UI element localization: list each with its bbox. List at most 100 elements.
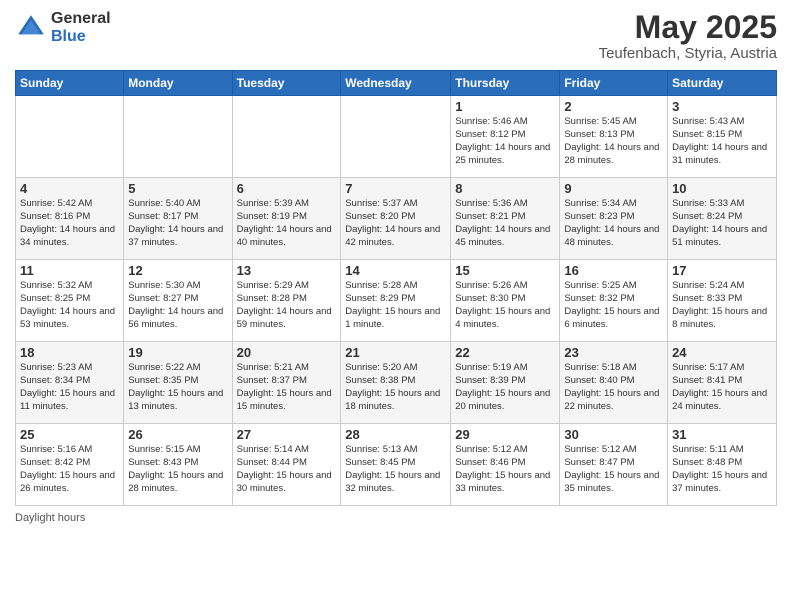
- logo: General Blue: [15, 10, 111, 45]
- day-cell: 6 Sunrise: 5:39 AM Sunset: 8:19 PM Daylig…: [232, 178, 341, 260]
- day-info: Sunrise: 5:40 AM Sunset: 8:17 PM Dayligh…: [128, 198, 227, 249]
- day-number: 17: [672, 263, 772, 278]
- day-number: 20: [237, 345, 337, 360]
- day-info: Sunrise: 5:37 AM Sunset: 8:20 PM Dayligh…: [345, 198, 446, 249]
- day-cell: 31Sunrise: 5:11 AM Sunset: 8:48 PM Dayli…: [668, 424, 777, 506]
- day-cell: [341, 96, 451, 178]
- day-info: Sunrise: 5:29 AM Sunset: 8:28 PM Dayligh…: [237, 280, 337, 331]
- day-info: Sunrise: 5:34 AM Sunset: 8:23 PM Dayligh…: [564, 198, 663, 249]
- day-info: Sunrise: 5:42 AM Sunset: 8:16 PM Dayligh…: [20, 198, 119, 249]
- day-cell: 17 Sunrise: 5:24 AM Sunset: 8:33 PM Dayli…: [668, 260, 777, 342]
- day-cell: 2Sunrise: 5:45 AM Sunset: 8:13 PM Daylig…: [560, 96, 668, 178]
- day-cell: 15 Sunrise: 5:26 AM Sunset: 8:30 PM Dayli…: [451, 260, 560, 342]
- day-cell: 8Sunrise: 5:36 AM Sunset: 8:21 PM Daylig…: [451, 178, 560, 260]
- day-info: Sunrise: 5:43 AM Sunset: 8:15 PM Dayligh…: [672, 116, 772, 167]
- day-info: Sunrise: 5:25 AM Sunset: 8:32 PM Dayligh…: [564, 280, 663, 331]
- day-cell: [124, 96, 232, 178]
- day-number: 19: [128, 345, 227, 360]
- page: General Blue May 2025 Teufenbach, Styria…: [0, 0, 792, 612]
- day-cell: 22 Sunrise: 5:19 AM Sunset: 8:39 PM Dayli…: [451, 342, 560, 424]
- day-cell: 3 Sunrise: 5:43 AM Sunset: 8:15 PM Daylig…: [668, 96, 777, 178]
- day-number: 11: [20, 263, 119, 278]
- day-cell: 26Sunrise: 5:15 AM Sunset: 8:43 PM Dayli…: [124, 424, 232, 506]
- day-cell: 20 Sunrise: 5:21 AM Sunset: 8:37 PM Dayli…: [232, 342, 341, 424]
- week-row-3: 11 Sunrise: 5:32 AM Sunset: 8:25 PM Dayli…: [16, 260, 777, 342]
- day-info: Sunrise: 5:36 AM Sunset: 8:21 PM Dayligh…: [455, 198, 555, 249]
- day-info: Sunrise: 5:12 AM Sunset: 8:46 PM Dayligh…: [455, 444, 555, 495]
- day-number: 22: [455, 345, 555, 360]
- day-info: Sunrise: 5:46 AM Sunset: 8:12 PM Dayligh…: [455, 116, 555, 167]
- day-info: Sunrise: 5:21 AM Sunset: 8:37 PM Dayligh…: [237, 362, 337, 413]
- day-cell: 30Sunrise: 5:12 AM Sunset: 8:47 PM Dayli…: [560, 424, 668, 506]
- day-info: Sunrise: 5:19 AM Sunset: 8:39 PM Dayligh…: [455, 362, 555, 413]
- calendar-table: SundayMondayTuesdayWednesdayThursdayFrid…: [15, 70, 777, 506]
- day-number: 6: [237, 181, 337, 196]
- day-info: Sunrise: 5:39 AM Sunset: 8:19 PM Dayligh…: [237, 198, 337, 249]
- logo-blue: Blue: [51, 28, 111, 46]
- title-location: Teufenbach, Styria, Austria: [599, 45, 777, 62]
- day-cell: 9Sunrise: 5:34 AM Sunset: 8:23 PM Daylig…: [560, 178, 668, 260]
- day-cell: 14 Sunrise: 5:28 AM Sunset: 8:29 PM Dayli…: [341, 260, 451, 342]
- footer: Daylight hours: [15, 512, 777, 524]
- day-cell: 10 Sunrise: 5:33 AM Sunset: 8:24 PM Dayli…: [668, 178, 777, 260]
- day-number: 10: [672, 181, 772, 196]
- header: General Blue May 2025 Teufenbach, Styria…: [15, 10, 777, 62]
- day-cell: 1 Sunrise: 5:46 AM Sunset: 8:12 PM Daylig…: [451, 96, 560, 178]
- day-info: Sunrise: 5:28 AM Sunset: 8:29 PM Dayligh…: [345, 280, 446, 331]
- day-info: Sunrise: 5:13 AM Sunset: 8:45 PM Dayligh…: [345, 444, 446, 495]
- title-month: May 2025: [599, 10, 777, 45]
- day-info: Sunrise: 5:26 AM Sunset: 8:30 PM Dayligh…: [455, 280, 555, 331]
- weekday-header-sunday: Sunday: [16, 71, 124, 96]
- weekday-header-saturday: Saturday: [668, 71, 777, 96]
- day-info: Sunrise: 5:32 AM Sunset: 8:25 PM Dayligh…: [20, 280, 119, 331]
- day-number: 4: [20, 181, 119, 196]
- day-number: 13: [237, 263, 337, 278]
- day-cell: 21 Sunrise: 5:20 AM Sunset: 8:38 PM Dayli…: [341, 342, 451, 424]
- logo-general: General: [51, 10, 111, 28]
- day-info: Sunrise: 5:22 AM Sunset: 8:35 PM Dayligh…: [128, 362, 227, 413]
- day-cell: 23 Sunrise: 5:18 AM Sunset: 8:40 PM Dayli…: [560, 342, 668, 424]
- day-number: 3: [672, 99, 772, 114]
- day-info: Sunrise: 5:33 AM Sunset: 8:24 PM Dayligh…: [672, 198, 772, 249]
- day-number: 29: [455, 427, 555, 442]
- day-number: 2: [564, 99, 663, 114]
- day-cell: 27 Sunrise: 5:14 AM Sunset: 8:44 PM Dayli…: [232, 424, 341, 506]
- logo-icon: [15, 12, 47, 44]
- weekday-header-thursday: Thursday: [451, 71, 560, 96]
- day-number: 24: [672, 345, 772, 360]
- day-cell: 13 Sunrise: 5:29 AM Sunset: 8:28 PM Dayli…: [232, 260, 341, 342]
- day-number: 1: [455, 99, 555, 114]
- day-info: Sunrise: 5:20 AM Sunset: 8:38 PM Dayligh…: [345, 362, 446, 413]
- day-info: Sunrise: 5:12 AM Sunset: 8:47 PM Dayligh…: [564, 444, 663, 495]
- day-cell: 4 Sunrise: 5:42 AM Sunset: 8:16 PM Daylig…: [16, 178, 124, 260]
- day-number: 18: [20, 345, 119, 360]
- day-cell: [232, 96, 341, 178]
- day-cell: 29 Sunrise: 5:12 AM Sunset: 8:46 PM Dayli…: [451, 424, 560, 506]
- day-number: 26: [128, 427, 227, 442]
- day-cell: 16 Sunrise: 5:25 AM Sunset: 8:32 PM Dayli…: [560, 260, 668, 342]
- weekday-header-tuesday: Tuesday: [232, 71, 341, 96]
- day-info: Sunrise: 5:14 AM Sunset: 8:44 PM Dayligh…: [237, 444, 337, 495]
- day-number: 12: [128, 263, 227, 278]
- day-cell: 25Sunrise: 5:16 AM Sunset: 8:42 PM Dayli…: [16, 424, 124, 506]
- title-block: May 2025 Teufenbach, Styria, Austria: [599, 10, 777, 62]
- day-cell: 5Sunrise: 5:40 AM Sunset: 8:17 PM Daylig…: [124, 178, 232, 260]
- day-cell: [16, 96, 124, 178]
- day-info: Sunrise: 5:16 AM Sunset: 8:42 PM Dayligh…: [20, 444, 119, 495]
- day-number: 23: [564, 345, 663, 360]
- day-number: 21: [345, 345, 446, 360]
- day-info: Sunrise: 5:11 AM Sunset: 8:48 PM Dayligh…: [672, 444, 772, 495]
- day-number: 28: [345, 427, 446, 442]
- day-cell: 19 Sunrise: 5:22 AM Sunset: 8:35 PM Dayli…: [124, 342, 232, 424]
- day-number: 14: [345, 263, 446, 278]
- day-number: 16: [564, 263, 663, 278]
- day-number: 7: [345, 181, 446, 196]
- week-row-4: 18Sunrise: 5:23 AM Sunset: 8:34 PM Dayli…: [16, 342, 777, 424]
- day-number: 27: [237, 427, 337, 442]
- day-info: Sunrise: 5:18 AM Sunset: 8:40 PM Dayligh…: [564, 362, 663, 413]
- day-cell: 7 Sunrise: 5:37 AM Sunset: 8:20 PM Daylig…: [341, 178, 451, 260]
- day-cell: 12Sunrise: 5:30 AM Sunset: 8:27 PM Dayli…: [124, 260, 232, 342]
- day-number: 15: [455, 263, 555, 278]
- day-info: Sunrise: 5:17 AM Sunset: 8:41 PM Dayligh…: [672, 362, 772, 413]
- day-info: Sunrise: 5:24 AM Sunset: 8:33 PM Dayligh…: [672, 280, 772, 331]
